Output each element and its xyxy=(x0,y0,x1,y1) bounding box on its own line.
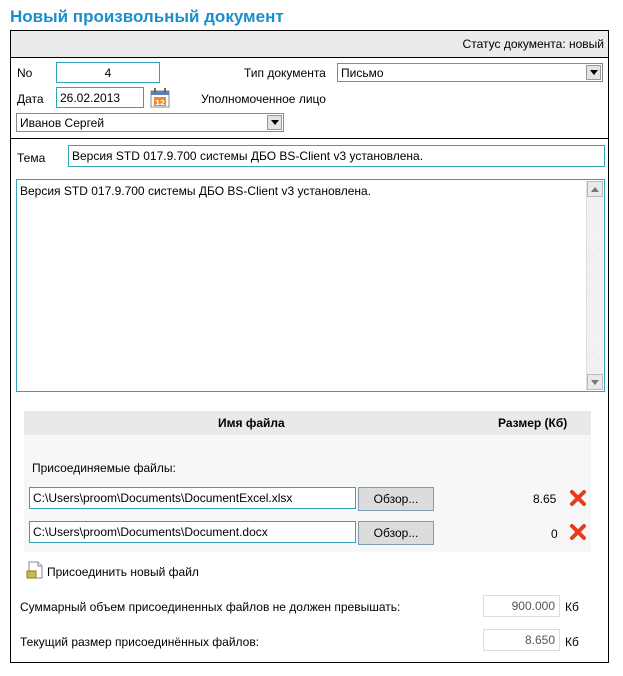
doc-type-label: Тип документа xyxy=(244,66,326,80)
document-status: Статус документа: новый xyxy=(462,37,604,51)
file-name-column: Имя файла xyxy=(218,416,285,430)
current-size-unit: Кб xyxy=(565,635,579,649)
current-size-label: Текущий размер присоединённых файлов: xyxy=(20,635,260,649)
message-body-textarea[interactable]: Версия STD 017.9.700 системы ДБО BS-Clie… xyxy=(16,179,605,392)
current-size-value: 8.650 xyxy=(483,629,560,651)
attached-files-label: Присоединяемые файлы: xyxy=(32,461,176,475)
delete-icon[interactable] xyxy=(569,523,587,541)
file-path-input[interactable] xyxy=(29,521,356,543)
scroll-up-icon[interactable] xyxy=(587,181,603,197)
attach-file-icon[interactable] xyxy=(25,560,45,580)
file-size-column: Размер (Кб) xyxy=(498,416,568,430)
authorized-label: Уполномоченное лицо xyxy=(201,92,326,106)
doc-number-input[interactable] xyxy=(56,62,160,83)
chevron-down-icon[interactable] xyxy=(586,65,601,80)
divider xyxy=(11,138,608,139)
file-size: 8.65 xyxy=(533,492,557,506)
scroll-down-icon[interactable] xyxy=(587,374,603,390)
file-size: 0 xyxy=(551,527,558,541)
vertical-scrollbar[interactable] xyxy=(586,181,603,390)
attach-new-file-link[interactable]: Присоединить новый файл xyxy=(47,565,199,579)
authorized-person-select[interactable]: Иванов Сергей xyxy=(16,113,284,132)
authorized-person-value: Иванов Сергей xyxy=(20,116,105,130)
no-label: No xyxy=(17,66,33,80)
svg-text:12: 12 xyxy=(155,99,165,107)
files-table-header: Имя файла Размер (Кб) xyxy=(24,411,591,435)
max-size-value: 900.000 xyxy=(483,595,560,617)
delete-icon[interactable] xyxy=(569,489,587,507)
max-size-label: Суммарный объем присоединенных файлов не… xyxy=(20,600,401,614)
date-label: Дата xyxy=(17,92,44,106)
browse-button[interactable]: Обзор... xyxy=(358,521,434,545)
doc-type-value: Письмо xyxy=(341,66,384,80)
status-bar: Статус документа: новый xyxy=(11,31,608,58)
max-size-unit: Кб xyxy=(565,600,579,614)
chevron-down-icon[interactable] xyxy=(267,115,282,130)
subject-input[interactable] xyxy=(68,145,605,167)
doc-type-select[interactable]: Письмо xyxy=(337,63,603,82)
date-input[interactable] xyxy=(56,87,144,108)
subject-label: Тема xyxy=(17,151,46,165)
message-body-text: Версия STD 017.9.700 системы ДБО BS-Clie… xyxy=(20,184,372,198)
browse-button[interactable]: Обзор... xyxy=(358,487,434,511)
page-title: Новый произвольный документ xyxy=(10,7,284,26)
calendar-icon[interactable]: 12 xyxy=(149,87,171,108)
file-path-input[interactable] xyxy=(29,487,356,509)
